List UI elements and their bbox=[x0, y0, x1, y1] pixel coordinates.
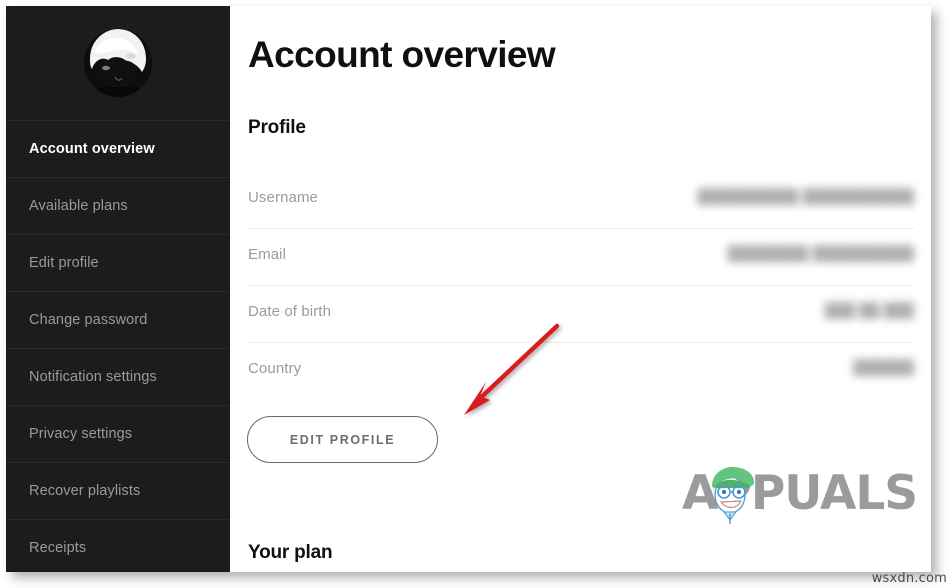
sidebar-item-label: Recover playlists bbox=[29, 483, 141, 499]
site-watermark: wsxdn.com bbox=[871, 571, 947, 586]
table-row: Username ██████████ ███████████ bbox=[248, 172, 914, 229]
profile-section-heading: Profile bbox=[248, 117, 306, 138]
avatar-container bbox=[6, 6, 230, 120]
sidebar-item-label: Edit profile bbox=[29, 255, 99, 271]
sidebar-item-change-password[interactable]: Change password bbox=[6, 292, 230, 349]
sidebar-item-account-overview[interactable]: Account overview bbox=[6, 121, 230, 178]
sidebar-item-label: Change password bbox=[29, 312, 148, 328]
main-content: Account overview Profile Username ██████… bbox=[230, 6, 931, 572]
avatar-image bbox=[84, 29, 152, 97]
sidebar-item-recover-playlists[interactable]: Recover playlists bbox=[6, 463, 230, 520]
field-value-username: ██████████ ███████████ bbox=[697, 188, 914, 204]
field-value-country: ██████ bbox=[853, 359, 914, 375]
sidebar: Account overview Available plans Edit pr… bbox=[6, 6, 230, 572]
your-plan-section-heading: Your plan bbox=[248, 542, 333, 563]
table-row: Email ████████ ██████████ bbox=[248, 229, 914, 286]
field-label-username: Username bbox=[248, 189, 318, 206]
sidebar-item-notification-settings[interactable]: Notification settings bbox=[6, 349, 230, 406]
table-row: Country ██████ bbox=[248, 343, 914, 400]
screenshot-root: Account overview Available plans Edit pr… bbox=[0, 0, 951, 588]
edit-profile-button[interactable]: EDIT PROFILE bbox=[247, 416, 438, 463]
page-title: Account overview bbox=[248, 34, 556, 75]
sidebar-item-edit-profile[interactable]: Edit profile bbox=[6, 235, 230, 292]
sidebar-item-label: Privacy settings bbox=[29, 426, 133, 442]
app-window: Account overview Available plans Edit pr… bbox=[6, 6, 931, 572]
sidebar-item-receipts[interactable]: Receipts bbox=[6, 520, 230, 572]
profile-fields-list: Username ██████████ ███████████ Email ██… bbox=[248, 172, 914, 400]
sidebar-item-label: Notification settings bbox=[29, 369, 157, 385]
table-row: Date of birth ███ ██ ███ bbox=[248, 286, 914, 343]
sidebar-item-available-plans[interactable]: Available plans bbox=[6, 178, 230, 235]
field-label-country: Country bbox=[248, 360, 302, 377]
sidebar-item-label: Account overview bbox=[29, 141, 155, 157]
sidebar-item-label: Receipts bbox=[29, 540, 87, 556]
field-value-date-of-birth: ███ ██ ███ bbox=[824, 302, 914, 318]
sidebar-item-label: Available plans bbox=[29, 198, 128, 214]
field-label-email: Email bbox=[248, 246, 287, 263]
field-value-email: ████████ ██████████ bbox=[727, 245, 914, 261]
sidebar-item-privacy-settings[interactable]: Privacy settings bbox=[6, 406, 230, 463]
avatar[interactable] bbox=[84, 29, 152, 97]
sidebar-nav: Account overview Available plans Edit pr… bbox=[6, 120, 230, 572]
appuals-logo-text: APPUALS bbox=[682, 466, 918, 521]
field-label-date-of-birth: Date of birth bbox=[248, 303, 332, 320]
